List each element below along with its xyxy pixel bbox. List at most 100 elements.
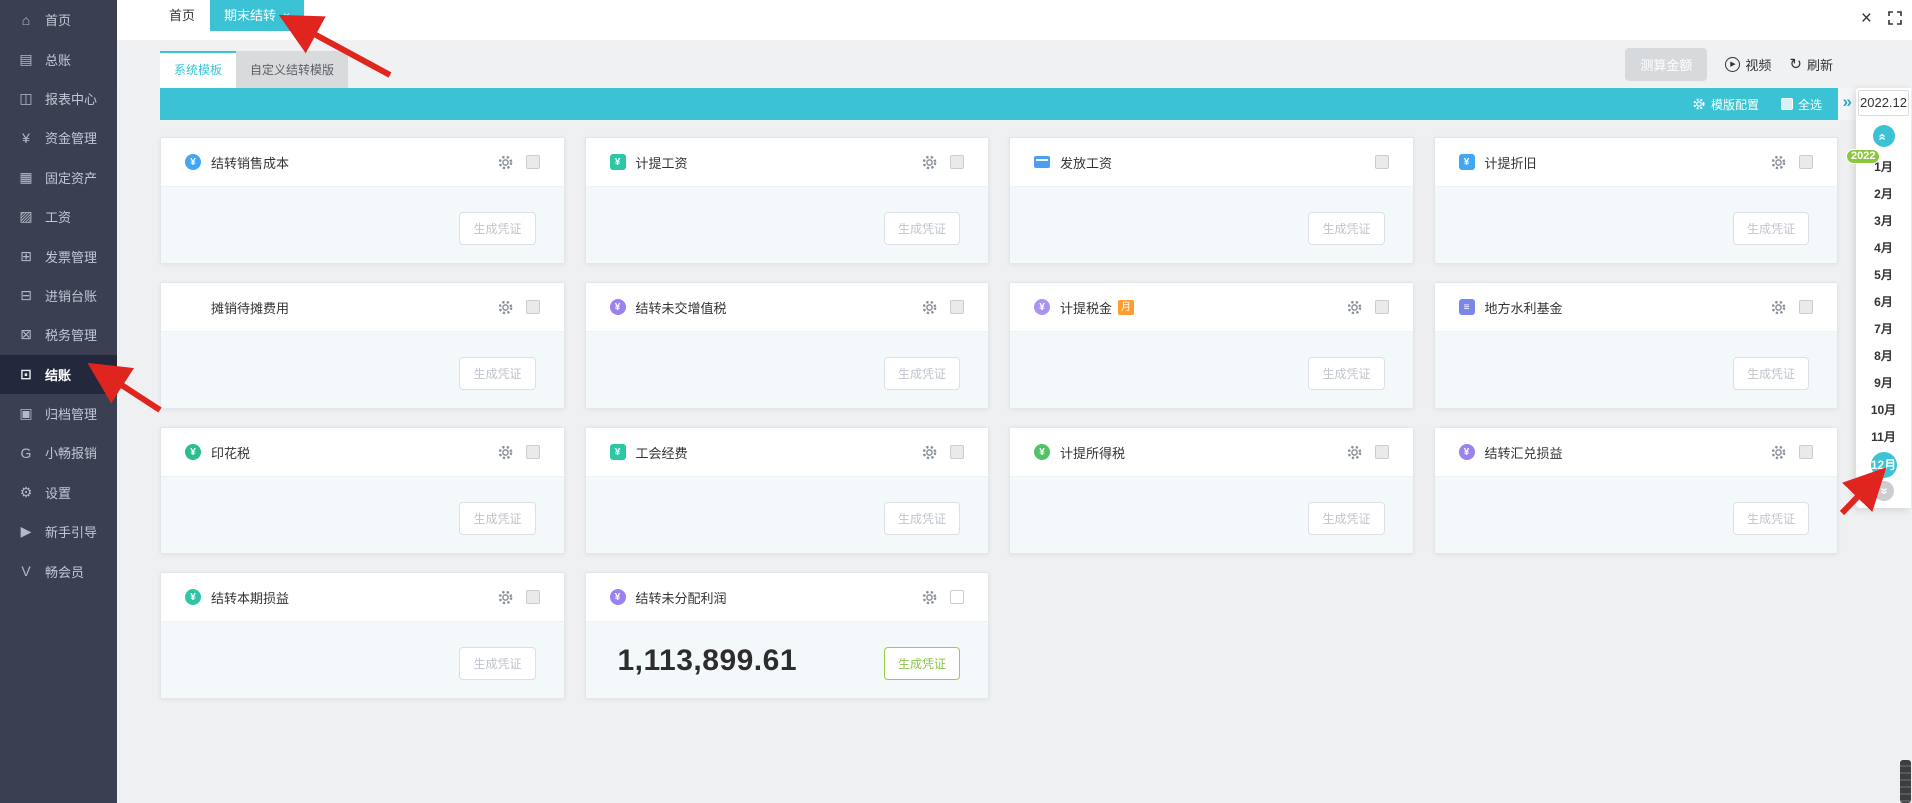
select-all-control[interactable]: 全选	[1780, 96, 1822, 113]
task-checkbox[interactable]	[950, 155, 964, 169]
select-all-checkbox[interactable]	[1780, 98, 1793, 110]
generate-voucher-button[interactable]: 生成凭证	[883, 212, 960, 245]
fullscreen-icon[interactable]	[1888, 11, 1902, 25]
generate-voucher-button[interactable]: 生成凭证	[459, 357, 536, 390]
task-card-header: ¥ 结转未交增值税	[585, 283, 988, 331]
gear-icon[interactable]	[921, 444, 938, 461]
generate-voucher-button[interactable]: 生成凭证	[459, 502, 536, 535]
month-item-8月[interactable]: 8月	[1856, 343, 1911, 370]
scroll-down-button[interactable]: «	[1873, 481, 1894, 501]
task-card-header: ¥ 印花税	[161, 428, 564, 476]
sidebar-item-归档管理[interactable]: ▣ 归档管理	[0, 394, 117, 433]
close-icon[interactable]: ×	[1861, 9, 1872, 28]
gear-icon[interactable]	[1346, 444, 1363, 461]
generate-voucher-button[interactable]: 生成凭证	[1308, 357, 1385, 390]
sidebar-item-首页[interactable]: ⌂ 首页	[0, 0, 117, 39]
month-item-2月[interactable]: 2月	[1856, 181, 1911, 208]
sidebar-item-总账[interactable]: ▤ 总账	[0, 39, 117, 78]
tab-home[interactable]: 首页	[157, 0, 207, 31]
month-item-9月[interactable]: 9月	[1856, 370, 1911, 397]
sidebar-item-税务管理[interactable]: ⊠ 税务管理	[0, 315, 117, 354]
task-checkbox[interactable]	[950, 445, 964, 459]
sidebar-item-新手引导[interactable]: ▶ 新手引导	[0, 512, 117, 551]
month-item-12月[interactable]: 12月	[1870, 452, 1897, 478]
calculate-amount-button[interactable]: 测算金额	[1625, 47, 1708, 81]
gear-icon[interactable]	[497, 154, 514, 171]
tab-period-end-closing[interactable]: 期末结转 ×	[210, 0, 305, 31]
task-card-title: 计提所得税	[1060, 445, 1126, 461]
subtab-custom-template[interactable]: 自定义结转模版	[236, 51, 349, 88]
month-item-11月[interactable]: 11月	[1856, 424, 1911, 451]
sidebar-item-报表中心[interactable]: ◫ 报表中心	[0, 79, 117, 118]
main-content: 模版配置 全选 ¥ 结转销售成本 生成凭证 ¥ 计提工资 生成凭证 发放工资 生成凭证 ¥ 计提折…	[117, 88, 1912, 803]
task-checkbox[interactable]	[950, 590, 964, 604]
generate-voucher-button[interactable]: 生成凭证	[1308, 212, 1385, 245]
closing-icon: ⊡	[20, 365, 32, 382]
subtab-system-template[interactable]: 系统模板	[160, 51, 237, 88]
vertical-scrollbar-thumb[interactable]	[1900, 760, 1911, 803]
generate-voucher-button[interactable]: 生成凭证	[883, 357, 960, 390]
task-card: ¥ 结转汇兑损益 生成凭证	[1433, 427, 1838, 554]
task-checkbox[interactable]	[525, 300, 540, 314]
task-card-header: ≡ 地方水利基金	[1434, 283, 1837, 331]
month-item-7月[interactable]: 7月	[1856, 316, 1911, 343]
task-checkbox[interactable]	[1374, 445, 1389, 459]
gear-icon[interactable]	[497, 444, 514, 461]
gear-icon[interactable]	[921, 589, 938, 606]
month-item-5月[interactable]: 5月	[1856, 262, 1911, 289]
gear-icon[interactable]	[1770, 299, 1787, 316]
generate-voucher-button[interactable]: 生成凭证	[1732, 357, 1809, 390]
collapse-panel-icon[interactable]: »	[1843, 92, 1852, 112]
month-item-6月[interactable]: 6月	[1856, 289, 1911, 316]
generate-voucher-button[interactable]: 生成凭证	[1732, 502, 1809, 535]
task-checkbox[interactable]	[950, 300, 964, 314]
sidebar-item-结账[interactable]: ⊡ 结账	[0, 354, 118, 394]
month-item-10月[interactable]: 10月	[1856, 397, 1911, 424]
task-checkbox[interactable]	[525, 445, 540, 459]
sidebar-item-label: 进销台账	[45, 288, 98, 304]
video-button[interactable]: ▶ 视频	[1725, 55, 1771, 74]
gear-icon[interactable]	[1770, 154, 1787, 171]
task-icon: ¥	[609, 444, 626, 460]
sidebar-item-固定资产[interactable]: ▦ 固定资产	[0, 158, 117, 197]
generate-voucher-button[interactable]: 生成凭证	[883, 502, 960, 535]
task-checkbox[interactable]	[1374, 300, 1389, 314]
task-checkbox[interactable]	[1799, 445, 1813, 459]
gear-icon[interactable]	[1346, 299, 1363, 316]
refresh-button[interactable]: ↻ 刷新	[1789, 55, 1833, 74]
generate-voucher-button[interactable]: 生成凭证	[459, 647, 536, 680]
sidebar-item-资金管理[interactable]: ¥ 资金管理	[0, 118, 117, 157]
task-checkbox[interactable]	[1799, 155, 1813, 169]
gear-icon[interactable]	[921, 154, 938, 171]
sidebar-item-畅会员[interactable]: V 畅会员	[0, 551, 117, 590]
template-config-button[interactable]: 模版配置	[1692, 96, 1759, 113]
generate-voucher-button[interactable]: 生成凭证	[459, 212, 536, 245]
current-period-label[interactable]: 2022.12	[1858, 90, 1909, 116]
sidebar-item-设置[interactable]: ⚙ 设置	[0, 473, 117, 512]
generate-voucher-button[interactable]: 生成凭证	[883, 647, 960, 680]
sidebar-item-label: 总账	[45, 52, 72, 68]
month-item-3月[interactable]: 3月	[1856, 208, 1911, 235]
generate-voucher-button[interactable]: 生成凭证	[1308, 502, 1385, 535]
sidebar-item-工资[interactable]: ▨ 工资	[0, 197, 117, 236]
tab-close-icon[interactable]: ×	[283, 9, 290, 23]
month-item-4月[interactable]: 4月	[1856, 235, 1911, 262]
task-card-title: 印花税	[211, 445, 251, 461]
archive-icon: ▣	[19, 405, 33, 422]
task-checkbox[interactable]	[525, 155, 540, 169]
sidebar-item-发票管理[interactable]: ⊞ 发票管理	[0, 236, 117, 275]
task-checkbox[interactable]	[1799, 300, 1813, 314]
task-card: ¥ 印花税生成凭证	[160, 427, 565, 554]
gear-icon[interactable]	[1770, 444, 1787, 461]
generate-voucher-button[interactable]: 生成凭证	[1732, 212, 1809, 245]
task-checkbox[interactable]	[525, 590, 540, 604]
task-icon: ¥	[185, 589, 201, 605]
scroll-up-button[interactable]: «	[1872, 125, 1895, 147]
sidebar-item-进销台账[interactable]: ⊟ 进销台账	[0, 276, 117, 315]
sidebar-item-小畅报销[interactable]: G 小畅报销	[0, 433, 117, 472]
gear-icon[interactable]	[497, 299, 514, 316]
gear-icon[interactable]	[497, 589, 514, 606]
task-checkbox[interactable]	[1374, 155, 1389, 169]
task-icon: ¥	[185, 444, 201, 460]
gear-icon[interactable]	[921, 299, 938, 316]
